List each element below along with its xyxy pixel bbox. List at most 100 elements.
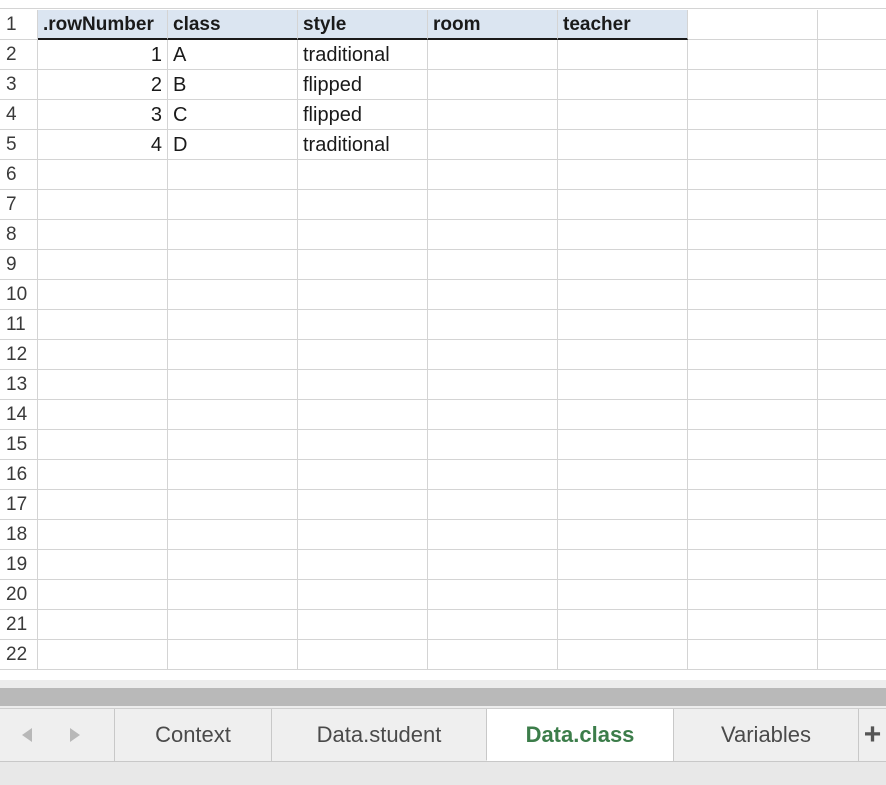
empty-cell[interactable] <box>168 550 298 580</box>
empty-cell[interactable] <box>428 250 558 280</box>
horizontal-scroll-track[interactable] <box>0 680 886 708</box>
table-cell[interactable] <box>558 40 688 70</box>
empty-cell[interactable] <box>168 580 298 610</box>
empty-cell[interactable] <box>168 640 298 670</box>
empty-cell[interactable] <box>38 310 168 340</box>
empty-cell[interactable] <box>168 460 298 490</box>
empty-cell[interactable] <box>298 520 428 550</box>
empty-cell[interactable] <box>168 400 298 430</box>
chevron-right-icon[interactable] <box>62 723 86 747</box>
empty-cell[interactable] <box>38 370 168 400</box>
empty-cell[interactable] <box>688 610 818 640</box>
empty-cell[interactable] <box>818 460 886 490</box>
empty-cell[interactable] <box>428 640 558 670</box>
empty-cell[interactable] <box>558 610 688 640</box>
empty-cell[interactable] <box>428 160 558 190</box>
row-number[interactable]: 1 <box>0 10 38 40</box>
empty-cell[interactable] <box>688 310 818 340</box>
empty-cell[interactable] <box>818 70 886 100</box>
empty-cell[interactable] <box>38 220 168 250</box>
table-cell[interactable] <box>428 100 558 130</box>
empty-cell[interactable] <box>558 220 688 250</box>
empty-cell[interactable] <box>818 550 886 580</box>
row-number[interactable]: 2 <box>0 40 38 70</box>
empty-cell[interactable] <box>168 370 298 400</box>
empty-cell[interactable] <box>298 220 428 250</box>
empty-cell[interactable] <box>818 490 886 520</box>
empty-cell[interactable] <box>168 220 298 250</box>
row-number[interactable]: 19 <box>0 550 38 580</box>
spreadsheet-grid[interactable]: 1 .rowNumber class style room teacher 2 1 Atradi… <box>0 0 886 680</box>
chevron-left-icon[interactable] <box>16 723 40 747</box>
empty-cell[interactable] <box>818 610 886 640</box>
empty-cell[interactable] <box>558 250 688 280</box>
empty-cell[interactable] <box>688 100 818 130</box>
empty-cell[interactable] <box>428 280 558 310</box>
add-sheet-button[interactable]: + <box>858 709 886 761</box>
tab-context[interactable]: Context <box>114 709 271 761</box>
empty-cell[interactable] <box>428 580 558 610</box>
empty-cell[interactable] <box>298 640 428 670</box>
empty-cell[interactable] <box>818 310 886 340</box>
empty-cell[interactable] <box>818 250 886 280</box>
empty-cell[interactable] <box>38 430 168 460</box>
table-cell[interactable]: B <box>168 70 298 100</box>
empty-cell[interactable] <box>428 310 558 340</box>
empty-cell[interactable] <box>818 640 886 670</box>
empty-cell[interactable] <box>298 340 428 370</box>
table-cell[interactable]: C <box>168 100 298 130</box>
table-cell[interactable] <box>428 130 558 160</box>
empty-cell[interactable] <box>428 520 558 550</box>
empty-cell[interactable] <box>38 460 168 490</box>
empty-cell[interactable] <box>558 280 688 310</box>
empty-cell[interactable] <box>168 160 298 190</box>
empty-cell[interactable] <box>688 40 818 70</box>
empty-cell[interactable] <box>38 250 168 280</box>
empty-cell[interactable] <box>168 610 298 640</box>
empty-cell[interactable] <box>428 340 558 370</box>
empty-cell[interactable] <box>818 100 886 130</box>
empty-cell[interactable] <box>688 430 818 460</box>
empty-cell[interactable] <box>688 130 818 160</box>
empty-cell[interactable] <box>168 250 298 280</box>
table-cell[interactable]: flipped <box>298 70 428 100</box>
table-cell[interactable] <box>428 40 558 70</box>
empty-cell[interactable] <box>428 370 558 400</box>
empty-cell[interactable] <box>818 10 886 40</box>
empty-cell[interactable] <box>298 280 428 310</box>
empty-cell[interactable] <box>818 370 886 400</box>
empty-cell[interactable] <box>428 460 558 490</box>
empty-cell[interactable] <box>558 640 688 670</box>
empty-cell[interactable] <box>688 160 818 190</box>
row-number[interactable]: 14 <box>0 400 38 430</box>
empty-cell[interactable] <box>688 580 818 610</box>
empty-cell[interactable] <box>38 640 168 670</box>
empty-cell[interactable] <box>38 520 168 550</box>
empty-cell[interactable] <box>818 130 886 160</box>
empty-cell[interactable] <box>558 430 688 460</box>
empty-cell[interactable] <box>428 190 558 220</box>
empty-cell[interactable] <box>558 550 688 580</box>
empty-cell[interactable] <box>558 160 688 190</box>
tab-data-student[interactable]: Data.student <box>271 709 486 761</box>
empty-cell[interactable] <box>688 490 818 520</box>
table-cell[interactable] <box>558 100 688 130</box>
row-number[interactable]: 3 <box>0 70 38 100</box>
table-cell[interactable]: 4 <box>38 130 168 160</box>
table-cell[interactable]: traditional <box>298 40 428 70</box>
column-header[interactable]: class <box>168 10 298 40</box>
table-cell[interactable] <box>558 70 688 100</box>
empty-cell[interactable] <box>818 430 886 460</box>
column-header[interactable]: room <box>428 10 558 40</box>
row-number[interactable]: 5 <box>0 130 38 160</box>
row-number[interactable]: 17 <box>0 490 38 520</box>
empty-cell[interactable] <box>428 610 558 640</box>
empty-cell[interactable] <box>688 280 818 310</box>
empty-cell[interactable] <box>818 40 886 70</box>
row-number[interactable]: 7 <box>0 190 38 220</box>
row-number[interactable]: 9 <box>0 250 38 280</box>
empty-cell[interactable] <box>298 610 428 640</box>
table-cell[interactable] <box>428 70 558 100</box>
empty-cell[interactable] <box>428 220 558 250</box>
empty-cell[interactable] <box>558 310 688 340</box>
